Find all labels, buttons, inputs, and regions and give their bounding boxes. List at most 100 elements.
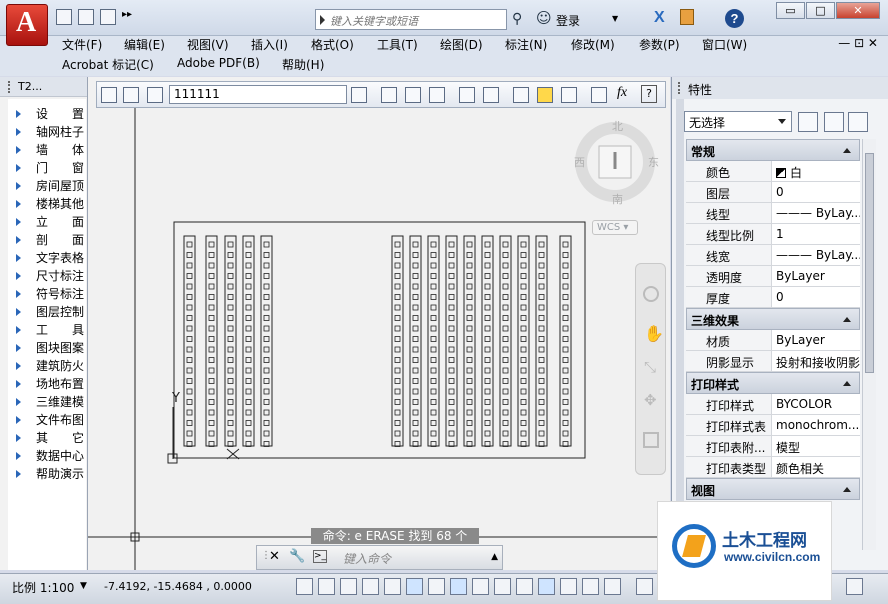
prop-value[interactable]: 颜色相关 <box>772 457 860 477</box>
tb-dimension-icon[interactable] <box>459 87 475 103</box>
tb-tag-icon[interactable] <box>429 87 445 103</box>
command-close-icon[interactable]: ✕ <box>269 549 280 564</box>
prop-row-plot-table-type[interactable]: 打印表类型 颜色相关 <box>686 457 860 478</box>
prop-value[interactable]: BYCOLOR <box>772 394 860 414</box>
rail-outline[interactable] <box>535 235 548 447</box>
tb-table-icon[interactable] <box>483 87 499 103</box>
tangent-item-tools[interactable]: 工 具 <box>8 321 86 339</box>
annotation-scale[interactable]: 比例 1:100 <box>12 579 74 596</box>
tb-help-icon[interactable]: ? <box>641 85 657 103</box>
menu-help[interactable]: 帮助(H) <box>282 56 324 73</box>
zoom-extents-icon[interactable]: ⤡ <box>644 358 656 376</box>
tangent-item-axis[interactable]: 轴网柱子 <box>8 123 86 141</box>
tangent-item-symbol[interactable]: 符号标注 <box>8 285 86 303</box>
wcs-menu[interactable]: WCS ▾ <box>592 220 638 235</box>
rail-outline[interactable] <box>242 235 255 447</box>
more-commands-icon[interactable]: ▸▸ <box>122 9 138 25</box>
prop-value[interactable]: ByLayer <box>772 266 860 286</box>
menu-window[interactable]: 窗口(W) <box>702 36 747 53</box>
menu-modify[interactable]: 修改(M) <box>571 36 615 53</box>
menu-format[interactable]: 格式(O) <box>311 36 354 53</box>
help-icon[interactable]: ? <box>725 9 744 28</box>
menu-draw[interactable]: 绘图(D) <box>440 36 483 53</box>
tangent-item-help-demo[interactable]: 帮助演示 <box>8 465 86 483</box>
selection-dropdown[interactable]: 无选择 <box>684 111 792 132</box>
tangent-item-door-window[interactable]: 门 窗 <box>8 159 86 177</box>
prop-row-shadow[interactable]: 阴影显示 投射和接收阴影 <box>686 351 860 372</box>
rail-outline[interactable] <box>517 235 530 447</box>
prop-row-linetype[interactable]: 线型 ——— ByLay... <box>686 203 860 224</box>
tb-layer-icon[interactable] <box>101 87 117 103</box>
rail-outline[interactable] <box>260 235 273 447</box>
search-input[interactable]: 键入关键字或短语 <box>315 9 507 30</box>
select-objects-icon[interactable] <box>824 112 844 132</box>
grid-icon[interactable] <box>340 578 357 595</box>
prop-value[interactable]: ByLayer <box>772 330 860 350</box>
section-plot-style[interactable]: 打印样式 <box>686 372 860 394</box>
tangent-item-dimension[interactable]: 尺寸标注 <box>8 267 86 285</box>
menu-insert[interactable]: 插入(I) <box>251 36 288 53</box>
quick-properties-icon[interactable] <box>560 578 577 595</box>
rail-outline[interactable] <box>481 235 494 447</box>
search-expand-icon[interactable] <box>320 15 325 25</box>
rail-outline[interactable] <box>499 235 512 447</box>
prop-value[interactable]: 白 <box>772 161 860 181</box>
prop-row-material[interactable]: 材质 ByLayer <box>686 330 860 351</box>
tb-layer-match-icon[interactable] <box>123 87 139 103</box>
drawing-canvas[interactable]: Y 北 南 东 西 <box>88 77 670 570</box>
otrack-icon[interactable] <box>450 578 467 595</box>
login-dropdown-icon[interactable]: ▼ <box>612 14 618 23</box>
rail-outline[interactable] <box>409 235 422 447</box>
rail-outline[interactable] <box>463 235 476 447</box>
dyn-icon[interactable] <box>494 578 511 595</box>
clean-screen-icon[interactable] <box>846 578 863 595</box>
properties-scrollbar[interactable] <box>862 139 876 550</box>
tangent-item-stairs[interactable]: 楼梯其他 <box>8 195 86 213</box>
prop-row-plot-style[interactable]: 打印样式 BYCOLOR <box>686 394 860 415</box>
osnap-icon[interactable] <box>406 578 423 595</box>
selection-cycling-icon[interactable] <box>582 578 599 595</box>
tangent-item-block-pattern[interactable]: 图块图案 <box>8 339 86 357</box>
toolbar-value-input[interactable]: 111111 <box>169 85 347 104</box>
exchange-icon[interactable]: X <box>654 9 665 27</box>
tangent-item-data-center[interactable]: 数据中心 <box>8 447 86 465</box>
section-3d-effects[interactable]: 三维效果 <box>686 308 860 330</box>
section-view[interactable]: 视图 <box>686 478 860 500</box>
minimize-button[interactable]: ▭ <box>776 2 805 19</box>
command-prompt-icon[interactable]: >_ <box>313 550 327 563</box>
maximize-button[interactable]: □ <box>806 2 835 19</box>
prop-value[interactable]: 0 <box>772 182 860 202</box>
3d-osnap-icon[interactable] <box>428 578 445 595</box>
transparency-icon[interactable] <box>538 578 555 595</box>
prop-row-plot-table-attached[interactable]: 打印表附... 模型 <box>686 436 860 457</box>
rail-outline[interactable] <box>559 235 572 447</box>
rail-group[interactable] <box>183 235 572 447</box>
tangent-item-layout[interactable]: 文件布图 <box>8 411 86 429</box>
tb-move-icon[interactable] <box>405 87 421 103</box>
prop-row-layer[interactable]: 图层 0 <box>686 182 860 203</box>
tangent-item-3d[interactable]: 三维建模 <box>8 393 86 411</box>
prop-value[interactable]: ——— ByLay... <box>772 203 860 223</box>
tangent-item-settings[interactable]: 设 置 <box>8 105 86 123</box>
infer-constraints-icon[interactable] <box>296 578 313 595</box>
command-settings-icon[interactable]: 🔧 <box>289 549 305 564</box>
menu-acrobat[interactable]: Acrobat 标记(C) <box>62 56 154 73</box>
snap-icon[interactable] <box>318 578 335 595</box>
new-file-icon[interactable] <box>56 9 72 25</box>
command-input[interactable]: 键入命令 <box>339 548 501 567</box>
rail-outline[interactable] <box>224 235 237 447</box>
prop-value[interactable]: monochrom... <box>772 415 860 435</box>
open-file-icon[interactable] <box>78 9 94 25</box>
prop-value[interactable]: 0 <box>772 287 860 307</box>
rail-outline[interactable] <box>427 235 440 447</box>
tb-properties-icon[interactable] <box>591 87 607 103</box>
ortho-icon[interactable] <box>362 578 379 595</box>
rail-outline[interactable] <box>183 235 196 447</box>
cursor-coordinates[interactable]: -7.4192, -15.4684 , 0.0000 <box>104 580 252 593</box>
tangent-item-fire[interactable]: 建筑防火 <box>8 357 86 375</box>
prop-row-thickness[interactable]: 厚度 0 <box>686 287 860 308</box>
prop-row-color[interactable]: 颜色 白 <box>686 161 860 182</box>
tangent-item-wall[interactable]: 墙 体 <box>8 141 86 159</box>
tb-apply-icon[interactable] <box>351 87 367 103</box>
tangent-item-layer[interactable]: 图层控制 <box>8 303 86 321</box>
